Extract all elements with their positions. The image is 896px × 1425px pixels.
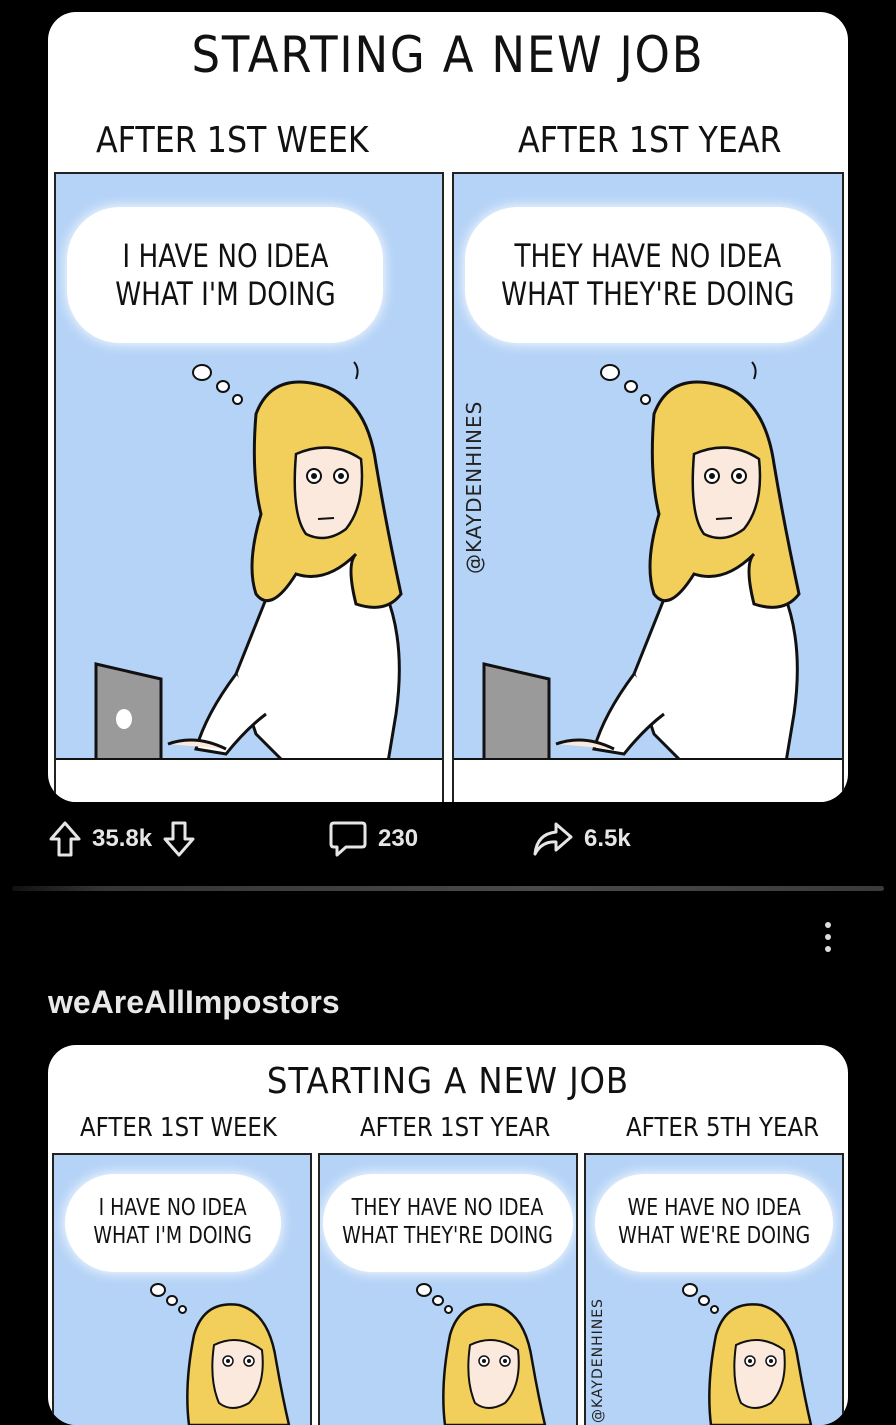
post-divider	[12, 886, 884, 891]
woman-illustration	[708, 1303, 813, 1425]
woman-at-laptop-illustration	[454, 361, 842, 802]
woman-illustration	[442, 1303, 547, 1425]
comic-title: STARTING A NEW JOB	[191, 26, 705, 84]
share-icon	[533, 822, 573, 856]
comic-panel-1: I HAVE NO IDEA WHAT I'M DOING	[54, 172, 444, 802]
woman-at-laptop-illustration	[56, 361, 442, 802]
post-image-comic[interactable]: STARTING A NEW JOB AFTER 1ST WEEK AFTER …	[48, 12, 848, 802]
comment-icon	[329, 821, 367, 857]
upvote-count: 35.8k	[92, 825, 153, 852]
panel-label-week: AFTER 1ST WEEK	[80, 1113, 277, 1143]
subreddit-name[interactable]: weAreAllImpostors	[48, 984, 340, 1021]
downvote-icon[interactable]	[162, 820, 196, 858]
comic-panel-2: THEY HAVE NO IDEA WHAT THEY'RE DOING	[318, 1153, 578, 1425]
vote-group: 35.8k	[48, 820, 196, 858]
comic-panel-3: WE HAVE NO IDEA WHAT WE'RE DOING @KAYDEN…	[584, 1153, 844, 1425]
comment-count: 230	[378, 825, 419, 852]
share-button[interactable]: 6.5k	[532, 820, 631, 858]
panel-label-year: AFTER 1ST YEAR	[518, 120, 782, 161]
panel-label-week: AFTER 1ST WEEK	[96, 120, 369, 161]
panel-label-5th-year: AFTER 5TH YEAR	[626, 1113, 820, 1143]
panel-label-year: AFTER 1ST YEAR	[360, 1113, 551, 1143]
post-action-bar: 35.8k 230 6.5k	[0, 820, 896, 876]
comment-button[interactable]: 230	[328, 820, 418, 858]
comic-panel-1: I HAVE NO IDEA WHAT I'M DOING	[52, 1153, 312, 1425]
more-options-icon[interactable]	[818, 922, 838, 962]
apple-logo-icon	[116, 709, 132, 729]
post-image-comic[interactable]: STARTING A NEW JOB AFTER 1ST WEEK AFTER …	[48, 1045, 848, 1425]
share-count: 6.5k	[584, 825, 631, 852]
comic-title: STARTING A NEW JOB	[266, 1061, 630, 1102]
comic-panel-2: THEY HAVE NO IDEA WHAT THEY'RE DOING @KA…	[452, 172, 844, 802]
upvote-icon[interactable]	[48, 820, 82, 858]
woman-illustration	[186, 1303, 291, 1425]
